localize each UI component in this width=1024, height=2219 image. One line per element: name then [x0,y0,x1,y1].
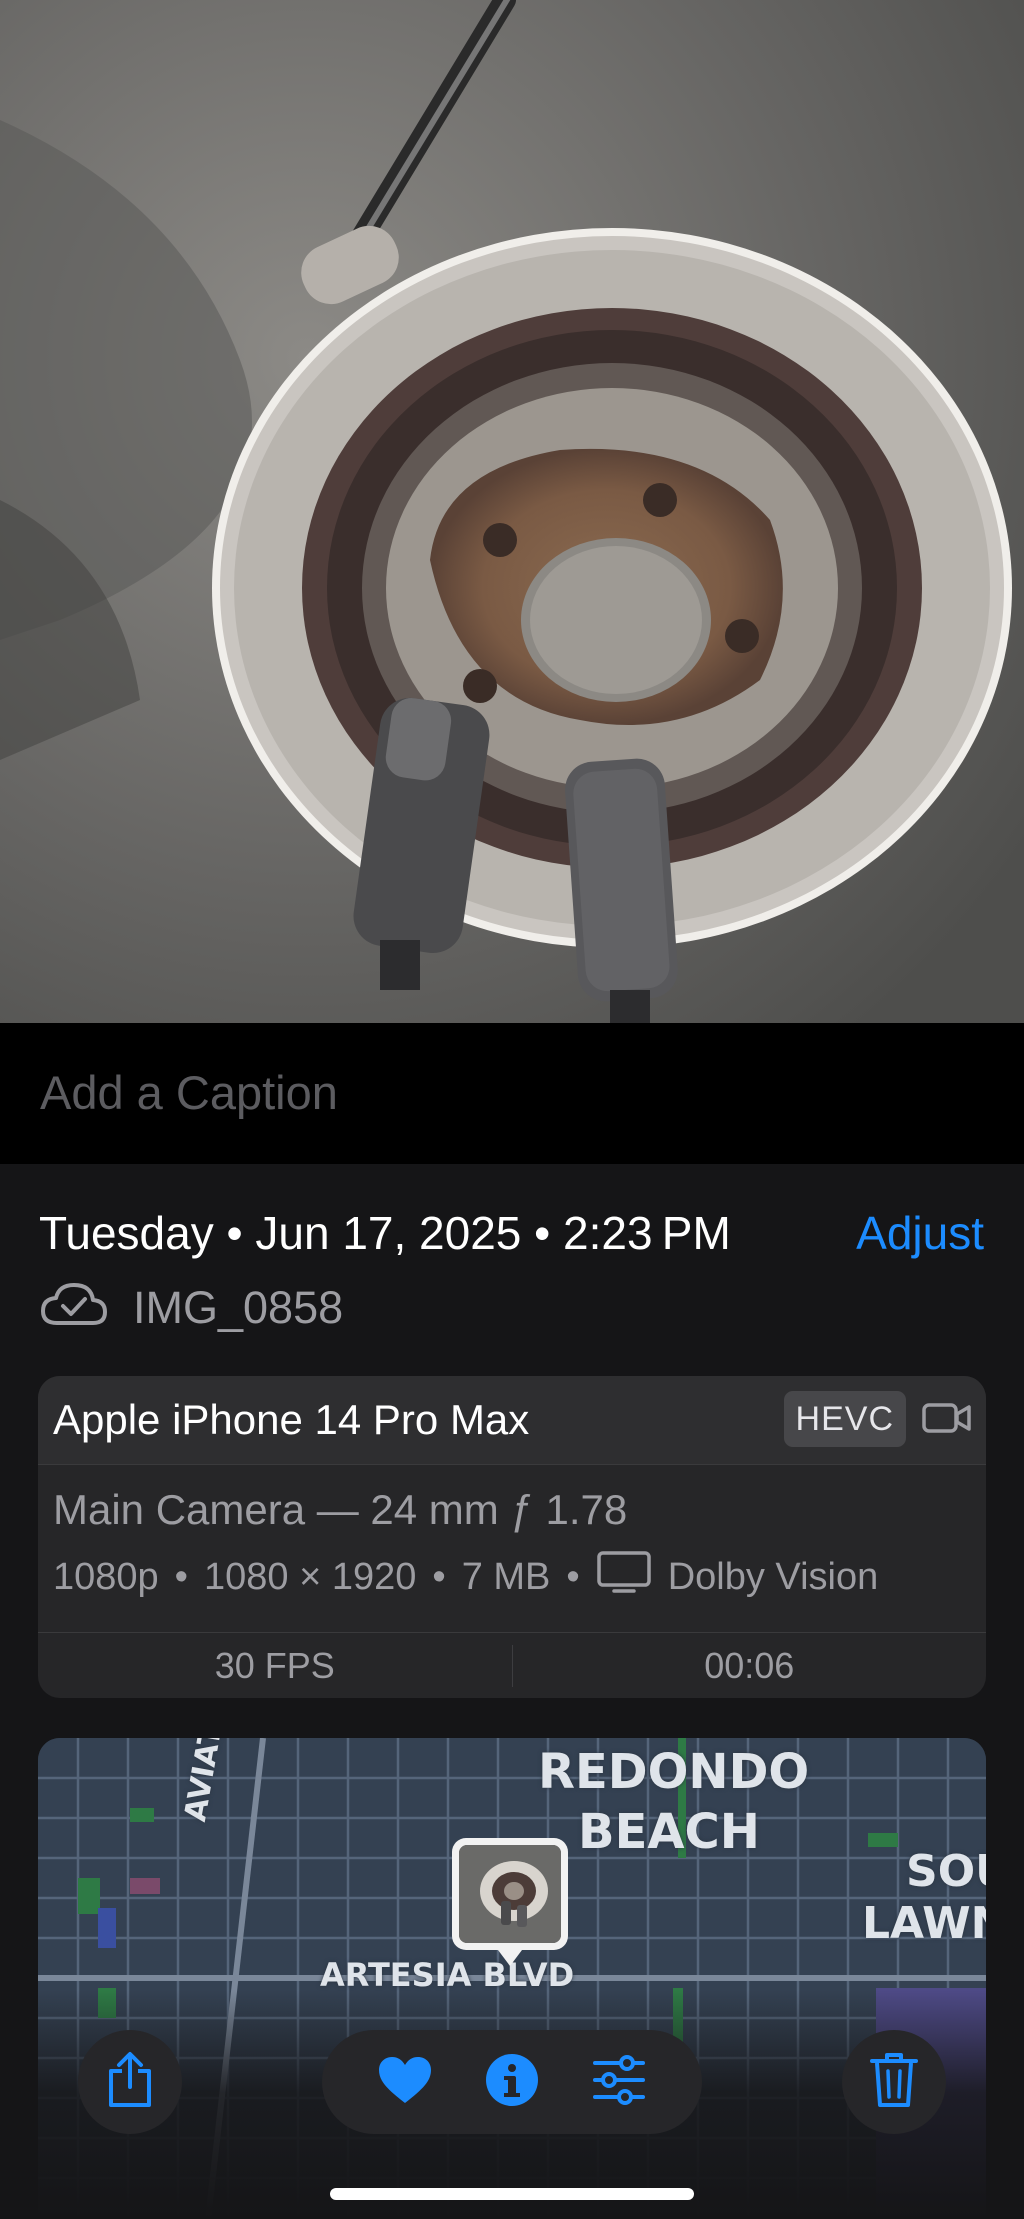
map-photo-pin[interactable] [452,1838,568,1966]
file-row: IMG_0858 [39,1278,343,1338]
duration-label: 00:06 [704,1645,795,1686]
lens-info: Main Camera — 24 mm ƒ 1.78 [53,1486,628,1533]
bottom-toolbar [0,2030,1024,2140]
info-icon [484,2052,540,2113]
info-button[interactable] [472,2042,552,2122]
codec-badge: HEVC [783,1391,906,1447]
delete-button[interactable] [842,2030,946,2134]
fps-label: 30 FPS [214,1645,335,1686]
device-info-header: Apple iPhone 14 Pro Max HEVC [38,1376,986,1465]
photo-viewer[interactable] [0,0,1024,1023]
favorite-button[interactable] [365,2042,445,2122]
share-icon [105,2051,155,2114]
map-area-label-line2: LAWN [862,1898,986,1949]
video-stats: 30 FPS 00:06 [38,1632,986,1698]
share-button[interactable] [78,2030,182,2134]
hdr-label: Dolby Vision [667,1555,879,1598]
edit-button[interactable] [579,2042,659,2122]
adjust-button[interactable]: Adjust [856,1206,984,1260]
map-city-label-line1: REDONDO [538,1744,810,1800]
icloud-synced-icon [39,1281,109,1336]
caption-input[interactable] [38,1051,982,1133]
home-indicator[interactable] [330,2188,694,2200]
brake-rotor-photo [0,0,1024,1023]
file-name: IMG_0858 [133,1282,344,1333]
map-city-label-line2: BEACH [578,1804,760,1860]
display-icon [596,1550,652,1604]
file-size-label: 7 MB [461,1555,551,1598]
device-info-card: Apple iPhone 14 Pro Max HEVC Main Camera… [38,1376,986,1698]
video-camera-icon [922,1400,972,1441]
device-name: Apple iPhone 14 Pro Max [53,1396,530,1443]
resolution-label: 1080p [53,1555,159,1598]
sliders-icon [591,2054,647,2110]
map-area-label-line1: SOU [906,1846,986,1897]
map-street-label-artesia: ARTESIA BLVD [320,1956,575,1994]
separator-dot: • [432,1555,446,1598]
separator-dot: • [566,1555,580,1598]
pin-thumbnail [459,1845,561,1943]
heart-icon [377,2055,433,2110]
separator-dot: • [174,1555,188,1598]
date-time-label: Tuesday • Jun 17, 2025 • 2:23 PM [39,1207,731,1259]
trash-icon [869,2051,919,2114]
caption-bar [0,1023,1024,1164]
video-specs: 1080p • 1080 × 1920 • 7 MB • Dolby Visio… [53,1550,878,1604]
dimensions-label: 1080 × 1920 [203,1555,417,1598]
action-pill [322,2030,702,2134]
